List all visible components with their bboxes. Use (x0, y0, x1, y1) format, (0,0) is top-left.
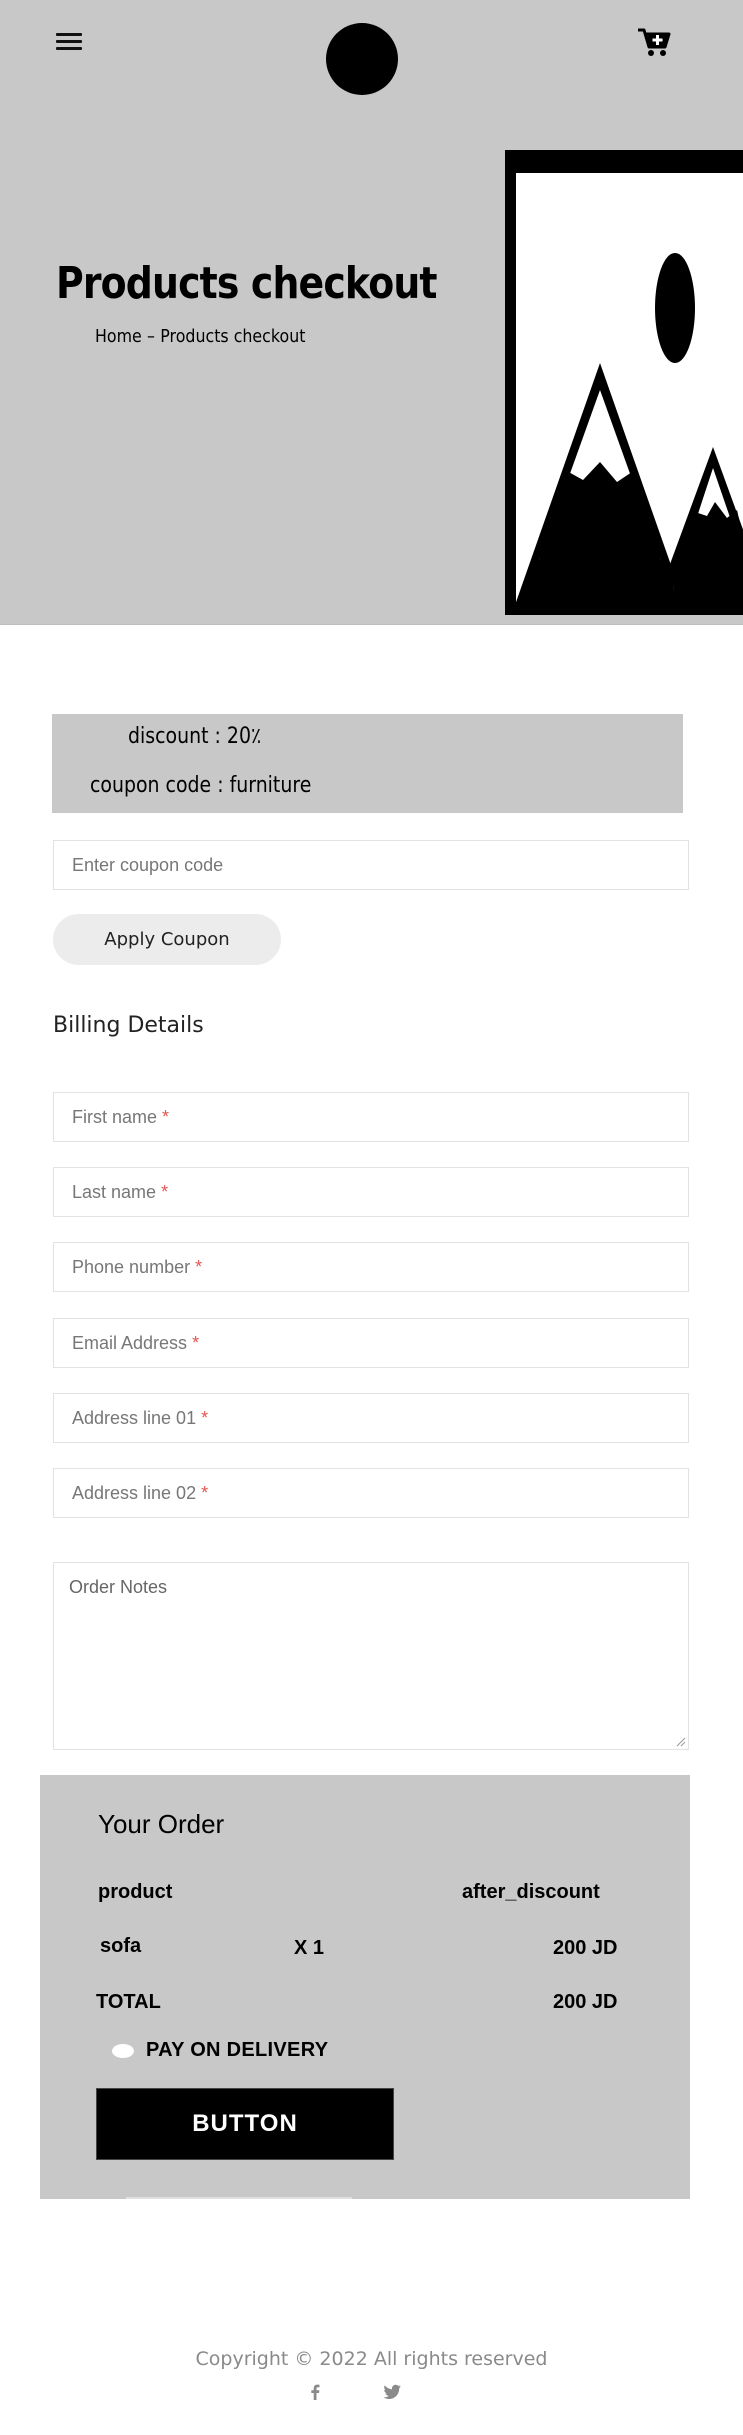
copyright-text: Copyright © 2022 All rights reserved (195, 2348, 548, 2370)
discount-info-box: discount : 20٪ coupon code : furniture (52, 714, 683, 813)
breadcrumb-current: Products checkout (160, 326, 306, 347)
coupon-code-text: coupon code : furniture (90, 773, 312, 798)
billing-details-heading: Billing Details (53, 1013, 204, 1038)
breadcrumb-home-link[interactable]: Home (95, 326, 142, 347)
required-marker: * (195, 1256, 203, 1277)
address-line-2-placeholder: Address line 02 (72, 1482, 197, 1503)
place-order-button[interactable]: BUTTON (96, 2088, 394, 2160)
order-item-price: 200 JD (553, 1937, 618, 1959)
hamburger-menu-icon[interactable] (56, 30, 82, 54)
column-header-product: product (98, 1881, 173, 1903)
hero-banner: Products checkout Home – Products checkout (0, 0, 743, 625)
pay-on-delivery-option[interactable]: PAY ON DELIVERY (112, 2039, 328, 2062)
twitter-icon[interactable] (380, 2380, 404, 2404)
page-title: Products checkout (56, 258, 438, 309)
email-address-field[interactable]: Email Address * (53, 1318, 689, 1368)
order-notes-placeholder: Order Notes (69, 1577, 168, 1597)
breadcrumb-separator: – (147, 326, 155, 347)
required-marker: * (201, 1407, 209, 1428)
total-value: 200 JD (553, 1991, 618, 2013)
first-name-placeholder: First name (72, 1106, 158, 1127)
address-line-1-placeholder: Address line 01 (72, 1407, 197, 1428)
apply-coupon-button[interactable]: Apply Coupon (53, 914, 281, 965)
coupon-input-placeholder: Enter coupon code (72, 854, 224, 875)
order-item-quantity: X 1 (294, 1937, 325, 1959)
breadcrumb: Home – Products checkout (95, 326, 305, 347)
required-marker: * (201, 1482, 209, 1503)
first-name-field[interactable]: First name * (53, 1092, 689, 1142)
order-notes-textarea[interactable]: Order Notes (53, 1562, 689, 1750)
required-marker: * (161, 1181, 169, 1202)
radio-button[interactable] (112, 2043, 134, 2058)
divider (126, 2197, 352, 2199)
address-line-1-field[interactable]: Address line 01 * (53, 1393, 689, 1443)
email-address-placeholder: Email Address (72, 1332, 188, 1353)
image-placeholder-icon (505, 150, 743, 615)
order-summary: Your Order product after_discount sofa X… (40, 1775, 690, 2199)
column-header-after-discount: after_discount (462, 1881, 600, 1903)
phone-number-placeholder: Phone number (72, 1256, 191, 1277)
facebook-icon[interactable] (303, 2380, 327, 2404)
pay-on-delivery-label: PAY ON DELIVERY (146, 2039, 329, 2061)
last-name-field[interactable]: Last name * (53, 1167, 689, 1217)
order-item-name: sofa (100, 1935, 142, 1957)
logo[interactable] (326, 23, 398, 95)
resize-grip-icon[interactable] (674, 1735, 686, 1747)
coupon-input[interactable]: Enter coupon code (53, 840, 689, 890)
discount-text: discount : 20٪ (128, 724, 262, 749)
total-label: TOTAL (96, 1991, 161, 2013)
phone-number-field[interactable]: Phone number * (53, 1242, 689, 1292)
required-marker: * (192, 1332, 200, 1353)
address-line-2-field[interactable]: Address line 02 * (53, 1468, 689, 1518)
cart-plus-icon[interactable] (636, 24, 672, 60)
order-summary-heading: Your Order (98, 1809, 225, 1839)
last-name-placeholder: Last name (72, 1181, 157, 1202)
required-marker: * (162, 1106, 170, 1127)
